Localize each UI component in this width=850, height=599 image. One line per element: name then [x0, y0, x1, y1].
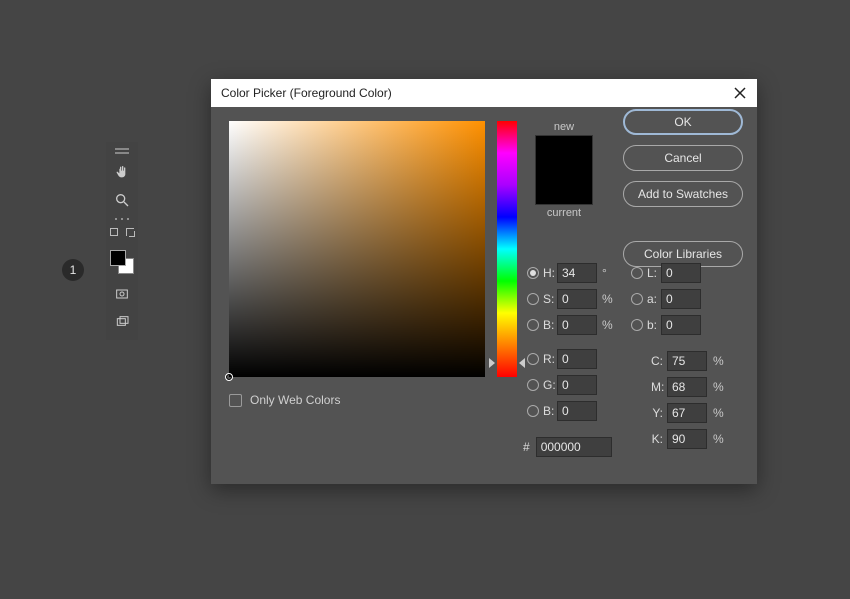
m-label: M: [649, 380, 667, 394]
arrange-icon[interactable] [110, 228, 134, 240]
b-radio[interactable] [631, 319, 643, 331]
g-radio[interactable] [527, 379, 539, 391]
dialog-title: Color Picker (Foreground Color) [221, 86, 731, 100]
foreground-color-swatch[interactable] [110, 250, 126, 266]
l-input[interactable] [661, 263, 701, 283]
b-input[interactable] [661, 315, 701, 335]
g-label: G: [541, 378, 557, 392]
m-input[interactable] [667, 377, 707, 397]
quickmask-icon[interactable] [112, 284, 132, 304]
only-web-colors-label: Only Web Colors [250, 393, 340, 407]
k-label: K: [649, 432, 667, 446]
blue-radio[interactable] [527, 405, 539, 417]
y-input[interactable] [667, 403, 707, 423]
s-radio[interactable] [527, 293, 539, 305]
close-button[interactable] [731, 84, 749, 102]
c-input[interactable] [667, 351, 707, 371]
new-color-preview [536, 136, 592, 170]
s-unit: % [599, 292, 613, 306]
blue-input[interactable] [557, 401, 597, 421]
current-color-label: current [532, 207, 596, 219]
r-label: R: [541, 352, 557, 366]
a-radio[interactable] [631, 293, 643, 305]
h-input[interactable] [557, 263, 597, 283]
k-input[interactable] [667, 429, 707, 449]
current-color-preview [536, 170, 592, 204]
new-current-swatch [535, 135, 593, 205]
r-input[interactable] [557, 349, 597, 369]
brightness-input[interactable] [557, 315, 597, 335]
toolbar [106, 142, 138, 340]
blue-label: B: [541, 404, 557, 418]
hand-icon[interactable] [112, 162, 132, 182]
h-unit: ° [599, 266, 613, 280]
grip-icon [115, 148, 129, 154]
step-marker: 1 [62, 259, 84, 281]
hex-row: # [523, 437, 612, 457]
g-input[interactable] [557, 375, 597, 395]
only-web-colors-checkbox[interactable] [229, 394, 242, 407]
titlebar: Color Picker (Foreground Color) [211, 79, 757, 107]
l-radio[interactable] [631, 267, 643, 279]
add-to-swatches-button[interactable]: Add to Swatches [623, 181, 743, 207]
a-label: a: [645, 292, 661, 306]
y-label: Y: [649, 406, 667, 420]
hue-slider[interactable] [497, 121, 517, 377]
cancel-button[interactable]: Cancel [623, 145, 743, 171]
s-label: S: [541, 292, 557, 306]
new-color-label: new [532, 121, 596, 133]
l-label: L: [645, 266, 661, 280]
b-label: b: [645, 318, 661, 332]
screenmode-icon[interactable] [112, 312, 132, 332]
zoom-icon[interactable] [112, 190, 132, 210]
sb-cursor-icon [225, 373, 233, 381]
hex-hash-label: # [523, 440, 530, 454]
foreground-background-swatch[interactable] [110, 250, 134, 274]
more-icon[interactable] [121, 218, 123, 220]
hue-slider-handle-right[interactable] [519, 358, 525, 368]
s-input[interactable] [557, 289, 597, 309]
cmyk-grid: C: % M: % Y: % K: % [649, 351, 723, 449]
brightness-unit: % [599, 318, 613, 332]
saturation-brightness-field[interactable] [229, 121, 485, 377]
brightness-label: B: [541, 318, 557, 332]
hex-input[interactable] [536, 437, 612, 457]
r-radio[interactable] [527, 353, 539, 365]
h-radio[interactable] [527, 267, 539, 279]
color-picker-dialog: Color Picker (Foreground Color) new curr… [211, 79, 757, 484]
a-input[interactable] [661, 289, 701, 309]
c-label: C: [649, 354, 667, 368]
hue-slider-handle-left[interactable] [489, 358, 495, 368]
brightness-radio[interactable] [527, 319, 539, 331]
h-label: H: [541, 266, 557, 280]
ok-button[interactable]: OK [623, 109, 743, 135]
